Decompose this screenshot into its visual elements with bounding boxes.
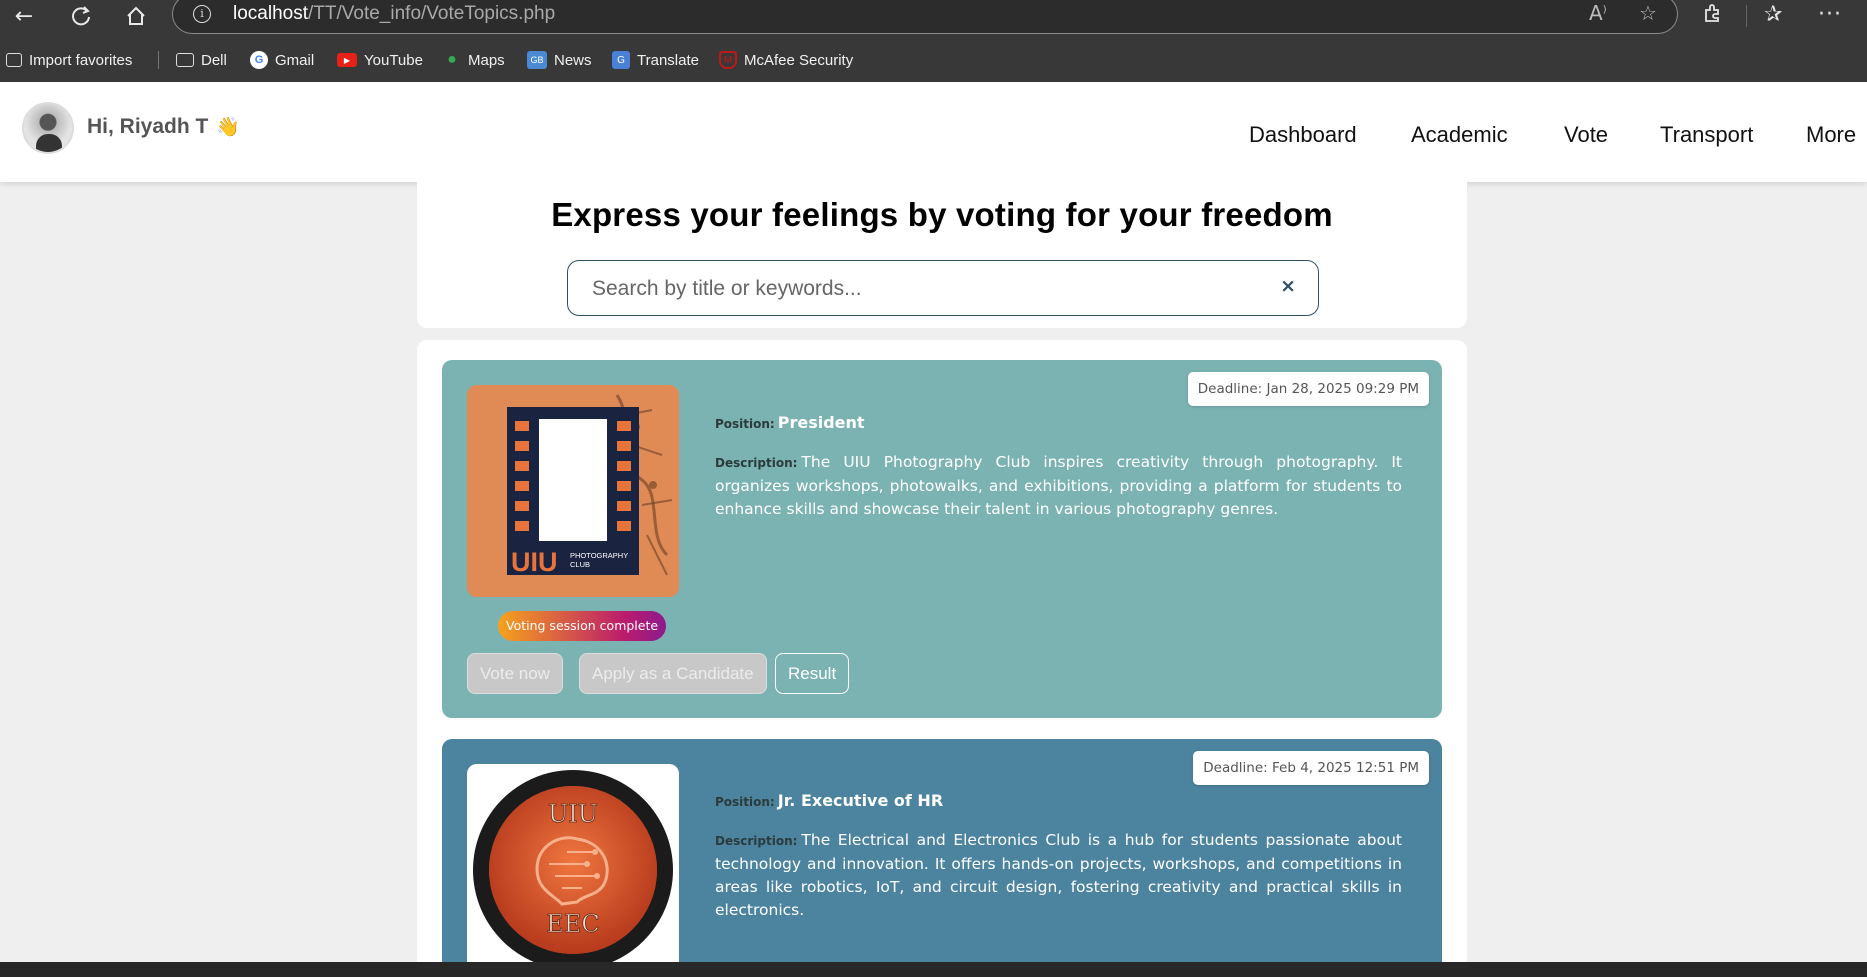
nav-transport[interactable]: Transport [1660,122,1753,148]
svg-text:UIU: UIU [511,547,558,577]
svg-text:CLUB: CLUB [570,560,590,569]
bookmark-youtube[interactable]: ▶ YouTube [337,48,423,72]
bookmark-label: Translate [637,51,699,69]
bookmark-label: Import favorites [29,51,133,69]
home-icon[interactable] [122,2,150,30]
site-info-icon[interactable]: i [193,5,211,23]
favorites-icon[interactable]: ✰ [1764,2,1782,27]
folder-icon [176,53,194,67]
toolbar-divider [1746,5,1747,27]
topic-card: Deadline: Feb 4, 2025 12:51 PM UIU EEC P… [442,739,1442,977]
position-title: President [777,413,865,432]
bookmark-maps[interactable]: ● Maps [443,48,505,72]
taskbar [0,962,1867,977]
description-body: The UIU Photography Club inspires creati… [715,453,1402,518]
eec-logo-bottom: EEC [546,910,599,938]
deadline-badge: Deadline: Jan 28, 2025 09:29 PM [1187,372,1429,406]
status-badge: Voting session complete [498,611,667,641]
refresh-icon[interactable] [67,2,95,30]
maps-icon: ● [447,51,457,68]
topic-card: Deadline: Jan 28, 2025 09:29 PM UIU PHOT… [442,360,1442,718]
eec-logo-top: UIU [548,800,598,828]
clear-search-icon[interactable]: × [1280,275,1296,297]
position-line: Position: President [715,413,865,432]
result-button[interactable]: Result [775,653,850,694]
bookmarks-bar: Import favorites Dell G Gmail ▶ YouTube … [0,48,1867,72]
bookmark-label: Dell [201,51,227,69]
bookmark-dell[interactable]: Dell [176,48,227,72]
news-icon: GB [527,51,547,69]
description-label: Description: [715,456,798,470]
bookmark-translate[interactable]: G Translate [612,48,699,72]
address-bar[interactable]: i localhost/TT/Vote_info/VoteTopics.php … [172,0,1678,34]
vote-now-button[interactable]: Vote now [467,653,563,694]
bookmark-label: Maps [468,51,505,69]
deadline-badge: Deadline: Feb 4, 2025 12:51 PM [1193,751,1429,785]
read-aloud-icon[interactable]: A) [1589,1,1607,25]
vote-topics-list: Deadline: Jan 28, 2025 09:29 PM UIU PHOT… [417,340,1467,977]
import-icon [6,53,22,67]
bookmark-label: Gmail [275,51,315,69]
more-options-icon[interactable]: ··· [1818,2,1842,27]
apply-candidate-button[interactable]: Apply as a Candidate [579,653,767,694]
description-text: Description: The Electrical and Electroni… [715,829,1402,922]
bookmark-import-favorites[interactable]: Import favorites [6,48,132,72]
youtube-icon: ▶ [337,53,357,67]
search-input[interactable] [592,275,1252,303]
address-text[interactable]: localhost/TT/Vote_info/VoteTopics.php [233,3,555,25]
position-title: Jr. Executive of HR [777,791,944,810]
bookmark-label: YouTube [364,51,423,69]
bookmark-divider [158,51,159,69]
svg-text:PHOTOGRAPHY: PHOTOGRAPHY [570,551,628,560]
nav-dashboard[interactable]: Dashboard [1249,122,1357,148]
mcafee-icon: M [719,51,737,69]
bookmark-label: McAfee Security [744,51,854,69]
search-box: × [567,260,1319,316]
position-line: Position: Jr. Executive of HR [715,791,943,810]
favorite-star-icon[interactable]: ☆ [1639,1,1657,25]
translate-icon: G [612,51,630,69]
nav-more[interactable]: More [1806,122,1856,148]
google-icon: G [250,51,268,69]
bookmark-news[interactable]: GB News [527,48,592,72]
description-text: Description: The UIU Photography Club ins… [715,451,1402,521]
extensions-icon[interactable] [1702,2,1724,30]
site-header: Hi, Riyadh T 👋 Dashboard Academic Vote T… [0,82,1867,182]
wave-icon: 👋 [216,117,241,138]
page-title: Express your feelings by voting for your… [551,196,1333,233]
bookmark-label: News [554,51,592,69]
browser-toolbar: ← i localhost/TT/Vote_info/VoteTopics.ph… [0,0,1867,82]
club-logo-eec: UIU EEC [467,764,679,976]
nav-vote[interactable]: Vote [1564,122,1608,148]
bookmark-gmail[interactable]: G Gmail [250,48,314,72]
back-icon[interactable]: ← [10,2,38,30]
bookmark-mcafee[interactable]: M McAfee Security [719,48,853,72]
club-logo-photography: UIU PHOTOGRAPHY CLUB [467,385,679,597]
user-greeting: Hi, Riyadh T 👋 [87,115,240,139]
nav-academic[interactable]: Academic [1411,122,1508,148]
description-label: Description: [715,834,798,848]
description-body: The Electrical and Electronics Club is a… [715,831,1402,919]
greeting-text: Hi, Riyadh T [87,115,209,138]
position-label: Position: [715,417,775,431]
position-label: Position: [715,795,775,809]
search-panel: Express your feelings by voting for your… [417,182,1467,328]
avatar[interactable] [22,102,74,154]
